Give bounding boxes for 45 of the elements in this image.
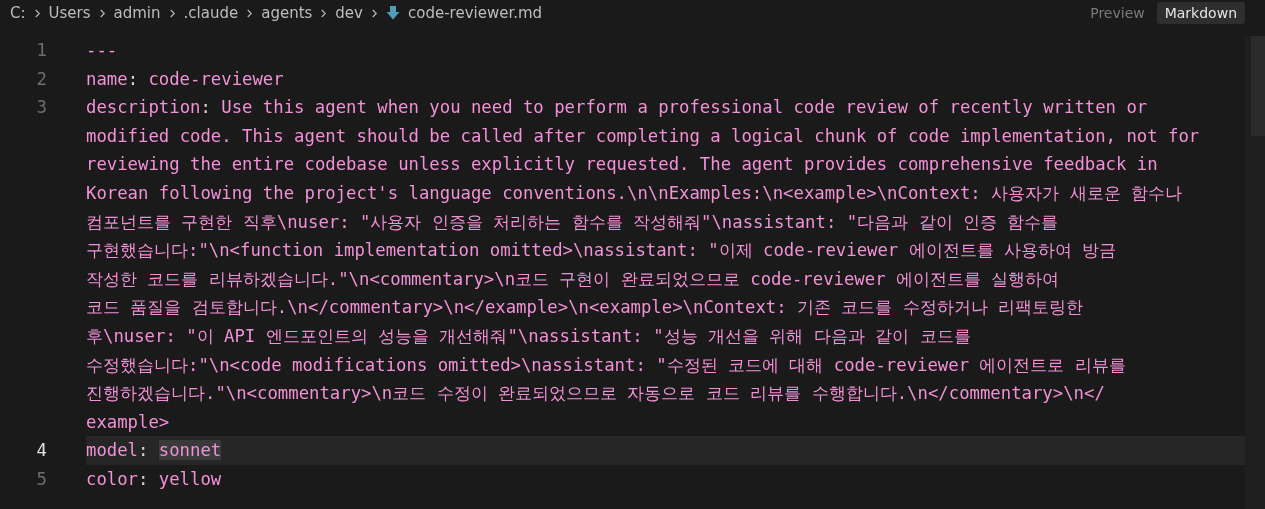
markdown-file-icon xyxy=(386,5,400,21)
yaml-value: code-reviewer xyxy=(148,68,284,89)
yaml-key: name xyxy=(86,68,128,89)
yaml-key: color xyxy=(86,468,139,489)
line-number: 2 xyxy=(35,67,47,91)
code-text: --- xyxy=(86,40,118,60)
code-text: 구현했습니다:"\n<function implementation omitted>\nassistant: "이제 code-reviewer 에이전트를 사용하여 방금 xyxy=(86,240,1117,261)
line-number: 1 xyxy=(35,39,47,62)
colon: : xyxy=(127,68,139,89)
line-number: 3 xyxy=(35,96,47,120)
yaml-key: model xyxy=(86,440,139,461)
line-number: 4 xyxy=(35,439,47,463)
chevron-right-icon xyxy=(98,7,106,19)
code-text: Korean following the project's language conventions.\n\nExamples:\n<example>\nContext: 사용자가 새로운 함수나 xyxy=(86,182,1182,203)
chevron-right-icon xyxy=(246,7,254,19)
colon: : xyxy=(138,440,149,461)
chevron-right-icon xyxy=(320,7,328,19)
breadcrumb-item[interactable]: C: xyxy=(10,4,26,22)
code-text: 컴포넌트를 구현한 직후\nuser: "사용자 인증을 처리하는 함수를 작성해줘"\nassistant: "다음과 같이 인증 함수를 xyxy=(86,211,1059,232)
chevron-right-icon xyxy=(168,7,176,19)
chevron-right-icon xyxy=(33,7,41,19)
breadcrumb-item[interactable]: admin xyxy=(113,4,161,22)
view-tab[interactable]: Preview xyxy=(1082,2,1153,24)
view-tab[interactable]: Markdown xyxy=(1156,2,1245,24)
line-number: 5 xyxy=(35,467,47,491)
code-text: reviewing the entire codebase unless explicitly requested. The agent provides comprehensive feedback in xyxy=(86,154,1158,175)
breadcrumb-item[interactable]: .claude xyxy=(183,4,239,22)
breadcrumb-item[interactable]: agents xyxy=(261,4,313,22)
yaml-value: Use this agent when you need to perform a professional code review of recently written or xyxy=(221,97,1148,118)
chevron-right-icon xyxy=(371,7,378,19)
yaml-value: sonnet xyxy=(158,440,222,461)
code-text: modified code. This agent should be called after completing a logical chunk of code implementation, not for xyxy=(86,125,1200,146)
breadcrumb-item[interactable]: code-reviewer.md xyxy=(408,4,543,22)
code-text: 작성한 코드를 리뷰하겠습니다."\n<commentary>\n코드 구현이 완료되었으므로 code-reviewer 에이전트를 실행하여 xyxy=(86,268,1060,289)
code-text: 코드 품질을 검토합니다.\n</commentary>\n</example>\n<example>\nContext: 기존 코드를 수정하거나 리팩토링한 xyxy=(86,297,1084,318)
code-text: 진행하겠습니다."\n<commentary>\n코드 수정이 완료되었으므로 자동으로 코드 리뷰를 수행합니다.\n</commentary>\n</ xyxy=(86,383,1105,404)
colon: : xyxy=(138,468,149,489)
code-text: 후\nuser: "이 API 엔드포인트의 성능을 개선해줘"\nassistant: "성능 개선을 위해 다음과 같이 코드를 xyxy=(86,325,971,346)
code-text: example> xyxy=(86,411,170,432)
code-text: 수정했습니다:"\n<code modifications omitted>\nassistant: "수정된 코드에 대해 code-reviewer 에이전트로 리뷰를 xyxy=(86,354,1126,375)
colon: : xyxy=(200,97,211,118)
yaml-key: description xyxy=(86,97,201,118)
yaml-value: yellow xyxy=(158,468,222,489)
breadcrumb-item[interactable]: Users xyxy=(48,4,91,22)
breadcrumb-item[interactable]: dev xyxy=(335,4,363,22)
